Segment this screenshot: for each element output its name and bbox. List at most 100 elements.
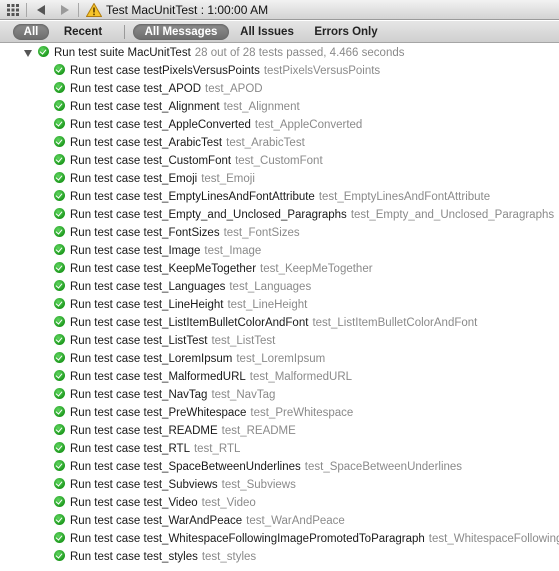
test-case-label: Run test case test_Image <box>70 245 201 257</box>
green-checkmark-icon <box>54 388 65 399</box>
test-case-row[interactable]: Run test case test_EmptyLinesAndFontAttr… <box>54 188 490 206</box>
green-checkmark-icon <box>54 280 65 291</box>
test-case-row[interactable]: Run test case test_styles test_styles <box>54 548 256 566</box>
test-case-label: Run test case test_README <box>70 425 218 437</box>
green-checkmark-icon <box>54 82 65 93</box>
green-checkmark-icon <box>54 100 65 111</box>
test-case-label: Run test case testPixelsVersusPoints <box>70 65 260 77</box>
test-case-detail: test_Alignment <box>223 101 300 113</box>
test-case-row[interactable]: Run test case test_WarAndPeace test_WarAn… <box>54 512 345 530</box>
green-checkmark-icon <box>54 154 65 165</box>
test-case-row[interactable]: Run test case test_ArabicTest test_Arabic… <box>54 134 305 152</box>
test-case-row[interactable]: Run test case test_KeepMeTogether test_Ke… <box>54 260 373 278</box>
test-case-label: Run test case test_CustomFont <box>70 155 232 167</box>
build-log: Run test suite MacUnitTest 28 out of 28 t… <box>0 44 559 571</box>
test-case-row[interactable]: Run test case test_Video test_Video <box>54 494 256 512</box>
test-case-label: Run test case test_styles <box>70 551 198 563</box>
test-case-detail: test_EmptyLinesAndFontAttribute <box>318 191 491 203</box>
test-case-label: Run test case test_ListTest <box>70 335 208 347</box>
test-case-label: Run test case test_Empty_and_Unclosed_Pa… <box>70 209 347 221</box>
filter-all-issues-button[interactable]: All Issues <box>236 24 298 40</box>
test-case-label: Run test case test_NavTag <box>70 389 208 401</box>
green-checkmark-icon <box>54 118 65 129</box>
grid-icon[interactable] <box>6 2 20 17</box>
test-case-row[interactable]: Run test case test_Empty_and_Unclosed_Pa… <box>54 206 554 224</box>
test-case-row[interactable]: Run test case test_Subviews test_Subviews <box>54 476 296 494</box>
test-case-row[interactable]: Run test case test_APOD test_APOD <box>54 80 263 98</box>
test-case-row[interactable]: Run test case test_AppleConverted test_Ap… <box>54 116 362 134</box>
filter-all-messages-button[interactable]: All Messages <box>133 24 229 40</box>
test-case-label: Run test case test_Emoji <box>70 173 198 185</box>
test-case-label: Run test case test_AppleConverted <box>70 119 251 131</box>
filter-errors-only-button[interactable]: Errors Only <box>310 24 382 40</box>
test-case-detail: test_PreWhitespace <box>250 407 354 419</box>
test-case-detail: test_LoremIpsum <box>236 353 326 365</box>
test-suite-row[interactable]: Run test suite MacUnitTest 28 out of 28 t… <box>0 44 404 62</box>
filter-bar: All Recent All Messages All Issues Error… <box>0 21 559 43</box>
test-case-row[interactable]: Run test case test_LineHeight test_LineHe… <box>54 296 307 314</box>
test-case-detail: test_styles <box>201 551 257 563</box>
test-case-row[interactable]: Run test case test_ListItemBulletColorAn… <box>54 314 477 332</box>
test-case-row[interactable]: Run test case test_MalformedURL test_Malf… <box>54 368 352 386</box>
green-checkmark-icon <box>54 172 65 183</box>
test-case-row[interactable]: Run test case test_PreWhitespace test_Pre… <box>54 404 353 422</box>
test-case-row[interactable]: Run test case test_Alignment test_Alignme… <box>54 98 300 116</box>
test-case-detail: test_ListItemBulletColorAndFont <box>312 317 478 329</box>
toolbar-divider <box>78 3 79 17</box>
green-checkmark-icon <box>54 514 65 525</box>
test-case-detail: test_Image <box>204 245 262 257</box>
test-case-row[interactable]: Run test case test_NavTag test_NavTag <box>54 386 275 404</box>
green-checkmark-icon <box>54 208 65 219</box>
test-case-row[interactable]: Run test case test_Emoji test_Emoji <box>54 170 255 188</box>
test-case-row[interactable]: Run test case test_Image test_Image <box>54 242 261 260</box>
test-case-detail: test_LineHeight <box>227 299 308 311</box>
test-case-label: Run test case test_RTL <box>70 443 190 455</box>
test-case-row[interactable]: Run test case test_WhitespaceFollowingIm… <box>54 530 559 548</box>
green-checkmark-icon <box>54 460 65 471</box>
test-case-label: Run test case test_SpaceBetweenUnderline… <box>70 461 301 473</box>
test-case-row[interactable]: Run test case test_Languages test_Languag… <box>54 278 311 296</box>
test-case-row[interactable]: Run test case testPixelsVersusPoints test… <box>54 62 380 80</box>
test-case-label: Run test case test_LineHeight <box>70 299 224 311</box>
test-case-row[interactable]: Run test case test_SpaceBetweenUnderline… <box>54 458 462 476</box>
test-case-label: Run test case test_Subviews <box>70 479 218 491</box>
test-case-detail: test_ArabicTest <box>226 137 305 149</box>
filter-all-button[interactable]: All <box>13 24 49 40</box>
test-case-detail: test_RTL <box>193 443 241 455</box>
green-checkmark-icon <box>54 262 65 273</box>
test-case-label: Run test case test_FontSizes <box>70 227 220 239</box>
test-case-label: Run test case test_PreWhitespace <box>70 407 247 419</box>
test-case-row[interactable]: Run test case test_CustomFont test_Custom… <box>54 152 323 170</box>
test-case-row[interactable]: Run test case test_RTL test_RTL <box>54 440 240 458</box>
green-checkmark-icon <box>54 316 65 327</box>
test-case-detail: test_KeepMeTogether <box>260 263 373 275</box>
test-case-label: Run test case test_EmptyLinesAndFontAttr… <box>70 191 315 203</box>
test-case-row[interactable]: Run test case test_README test_README <box>54 422 296 440</box>
green-checkmark-icon <box>54 136 65 147</box>
test-case-detail: test_NavTag <box>211 389 276 401</box>
forward-arrow-icon[interactable] <box>60 2 70 17</box>
green-checkmark-icon <box>54 334 65 345</box>
test-case-label: Run test case test_MalformedURL <box>70 371 246 383</box>
navigation-bar: Test MacUnitTest : 1:00:00 AM <box>0 0 559 20</box>
test-case-detail: test_ListTest <box>211 335 276 347</box>
test-case-detail: testPixelsVersusPoints <box>263 65 381 77</box>
test-case-label: Run test case test_WarAndPeace <box>70 515 243 527</box>
suite-detail: 28 out of 28 tests passed, 4.466 seconds <box>194 47 405 59</box>
warning-triangle-icon <box>86 2 102 17</box>
test-case-detail: test_WarAndPeace <box>246 515 345 527</box>
back-arrow-icon[interactable] <box>36 2 46 17</box>
test-case-row[interactable]: Run test case test_ListTest test_ListTest <box>54 332 275 350</box>
green-checkmark-icon <box>54 424 65 435</box>
test-case-detail: test_FontSizes <box>223 227 300 239</box>
filter-divider <box>124 25 125 39</box>
test-case-row[interactable]: Run test case test_FontSizes test_FontSiz… <box>54 224 300 242</box>
test-case-detail: test_Languages <box>229 281 312 293</box>
test-case-detail: test_Empty_and_Unclosed_Paragraphs <box>350 209 555 221</box>
disclosure-triangle-icon[interactable] <box>24 50 32 57</box>
test-case-detail: test_WhitespaceFollowingImagePromotedToP… <box>428 533 559 545</box>
test-case-label: Run test case test_KeepMeTogether <box>70 263 257 275</box>
filter-recent-button[interactable]: Recent <box>58 24 108 40</box>
green-checkmark-icon <box>38 46 49 57</box>
test-case-row[interactable]: Run test case test_LoremIpsum test_LoremI… <box>54 350 325 368</box>
